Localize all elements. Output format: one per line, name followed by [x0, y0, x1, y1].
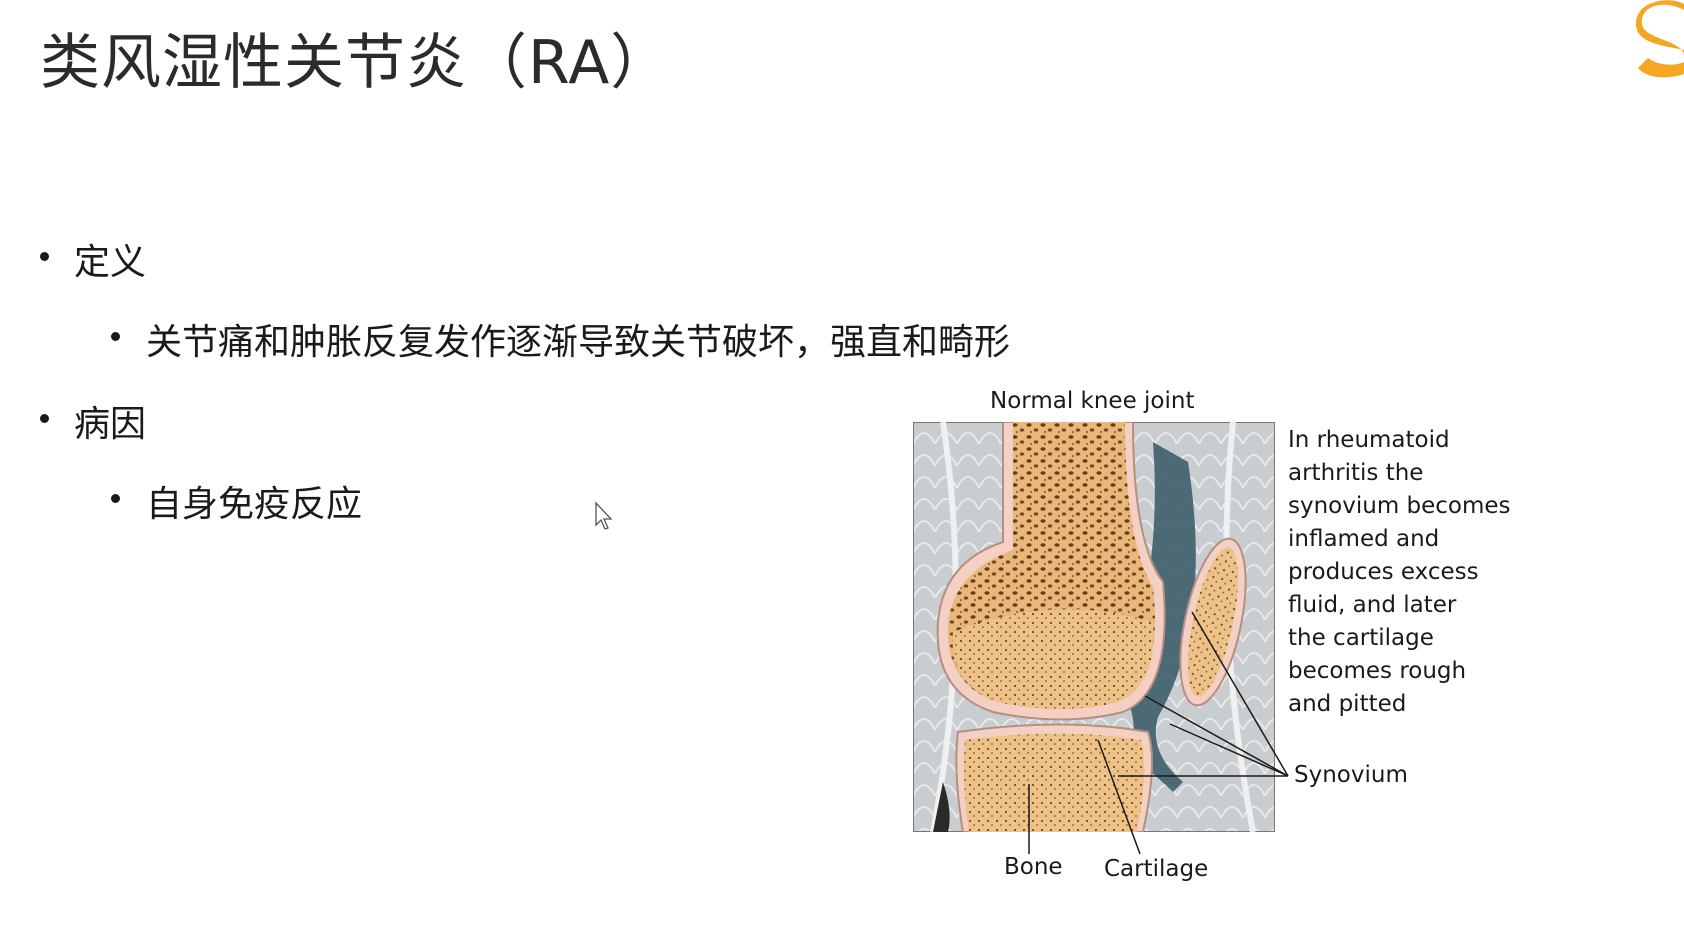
synovium-label: Synovium: [1294, 762, 1408, 788]
bullet-etiology-detail: 自身免疫反应: [146, 484, 363, 525]
bullet-marker: [40, 252, 49, 261]
presentation-slide: 类风湿性关节炎（RA） 定义 关节痛和肿胀反复发作逐渐导致关节破坏，强直和畸形 …: [0, 0, 1684, 940]
bullet-marker: [111, 332, 120, 341]
label-leader-lines: [1028, 611, 1289, 855]
knee-joint-figure: Normal knee joint In rheumatoid arthriti…: [900, 388, 1520, 898]
bullet-etiology: 病因: [74, 404, 147, 445]
bullet-definition: 定义: [74, 242, 147, 283]
cartilage-label: Cartilage: [1104, 856, 1209, 882]
bone-label: Bone: [1004, 854, 1063, 880]
bullet-marker: [111, 494, 120, 503]
logo-fragment-icon: [1636, 0, 1684, 78]
bullet-marker: [40, 414, 49, 423]
bullet-definition-detail: 关节痛和肿胀反复发作逐渐导致关节破坏，强直和畸形: [146, 322, 1011, 363]
slide-title: 类风湿性关节炎（RA）: [40, 28, 672, 98]
mouse-pointer-icon: [595, 501, 613, 530]
